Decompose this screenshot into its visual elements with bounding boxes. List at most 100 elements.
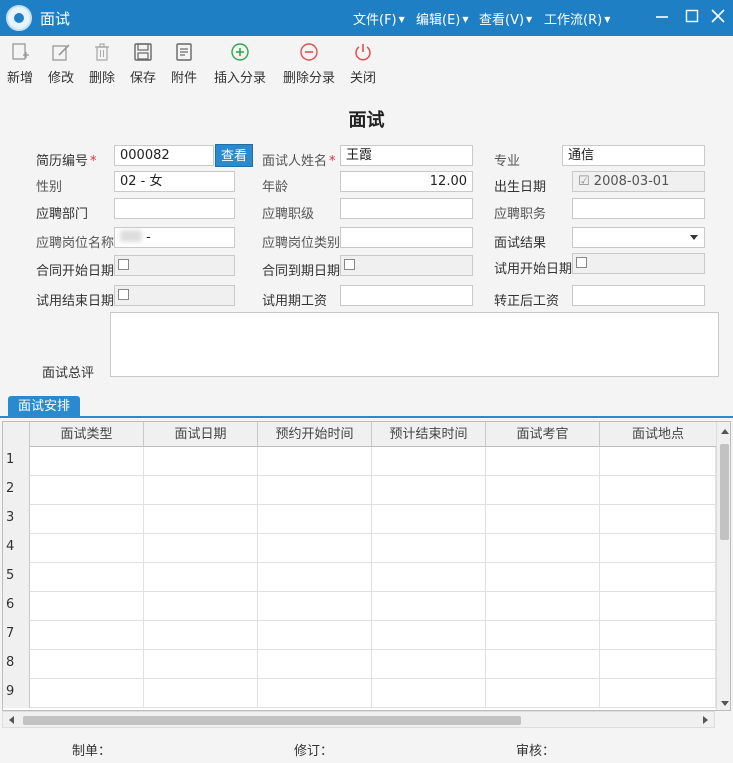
grid-cell[interactable] [30,650,144,679]
grid-cell[interactable] [600,679,716,708]
grid-cell[interactable] [30,592,144,621]
scroll-right-icon[interactable] [703,716,708,724]
grid-cell[interactable] [144,621,258,650]
grid-cell[interactable] [30,534,144,563]
horizontal-scroll-thumb[interactable] [23,716,521,725]
minimize-icon[interactable] [650,6,674,30]
horizontal-scrollbar[interactable] [2,711,715,728]
grid-cell[interactable] [144,592,258,621]
grid-cell[interactable] [372,505,486,534]
gender-input[interactable]: 02 - 女 [114,171,235,192]
new-button[interactable]: 新增 [6,42,34,86]
grid-cell[interactable] [258,447,372,476]
resume-no-input[interactable]: 000082 [114,145,214,166]
col-location[interactable]: 面试地点 [600,422,716,447]
grid-cell[interactable] [486,447,600,476]
grid-cell[interactable] [486,563,600,592]
grid-cell[interactable] [600,621,716,650]
grid-cell[interactable] [30,505,144,534]
grid-cell[interactable] [372,679,486,708]
position-input[interactable]: - [114,227,235,248]
grid-cell[interactable] [372,534,486,563]
duty-input[interactable] [572,198,705,219]
grid-cell[interactable] [372,476,486,505]
attachment-button[interactable]: 附件 [170,42,198,86]
grid-cell[interactable] [258,534,372,563]
grid-cell[interactable] [600,592,716,621]
close-window-icon[interactable] [706,6,730,30]
table-row[interactable]: 4 [3,534,716,563]
table-row[interactable]: 6 [3,592,716,621]
grid-cell[interactable] [258,476,372,505]
contract-end-input[interactable] [340,255,473,276]
grid-cell[interactable] [144,563,258,592]
position-type-input[interactable] [340,227,473,248]
probation-end-checkbox[interactable] [118,289,129,300]
table-row[interactable]: 9 [3,679,716,708]
birth-date-input[interactable]: ☑ 2008-03-01 [572,171,705,192]
grid-cell[interactable] [30,447,144,476]
grid-cell[interactable] [258,621,372,650]
contract-start-input[interactable] [114,255,235,276]
save-button[interactable]: 保存 [129,42,157,86]
interviewee-input[interactable]: 王霞 [340,145,473,166]
grid-cell[interactable] [372,563,486,592]
probation-salary-input[interactable] [340,285,473,306]
edit-button[interactable]: 修改 [47,42,75,86]
grid-cell[interactable] [30,476,144,505]
vertical-scrollbar[interactable] [716,422,730,710]
grid-cell[interactable] [600,447,716,476]
grid-cell[interactable] [144,679,258,708]
grid-cell[interactable] [258,592,372,621]
delete-entry-button[interactable]: 删除分录 [281,42,337,86]
vertical-scroll-thumb[interactable] [720,444,729,540]
grid-cell[interactable] [372,650,486,679]
regular-salary-input[interactable] [572,285,705,306]
grid-cell[interactable] [258,679,372,708]
col-interviewer[interactable]: 面试考官 [486,422,600,447]
grid-cell[interactable] [258,505,372,534]
rank-input[interactable] [340,198,473,219]
table-row[interactable]: 1 [3,447,716,476]
col-interview-type[interactable]: 面试类型 [30,422,144,447]
grid-cell[interactable] [600,476,716,505]
scroll-left-icon[interactable] [9,716,14,724]
grid-cell[interactable] [30,563,144,592]
maximize-icon[interactable] [680,6,704,30]
grid-cell[interactable] [486,476,600,505]
menu-file[interactable]: 文件(F) ▼ [353,9,405,28]
table-row[interactable]: 7 [3,621,716,650]
contract-end-checkbox[interactable] [344,259,355,270]
major-input[interactable]: 通信 [562,145,705,166]
table-row[interactable]: 8 [3,650,716,679]
insert-entry-button[interactable]: 插入分录 [212,42,268,86]
grid-cell[interactable] [600,534,716,563]
grid-cell[interactable] [600,650,716,679]
grid-cell[interactable] [30,679,144,708]
grid-cell[interactable] [486,679,600,708]
probation-end-input[interactable] [114,285,235,306]
grid-cell[interactable] [30,621,144,650]
grid-cell[interactable] [600,505,716,534]
result-select[interactable] [572,227,705,248]
col-start-time[interactable]: 预约开始时间 [258,422,372,447]
grid-cell[interactable] [144,476,258,505]
menu-view[interactable]: 查看(V) ▼ [479,9,532,28]
close-button[interactable]: 关闭 [348,42,378,86]
grid-cell[interactable] [486,505,600,534]
grid-cell[interactable] [144,650,258,679]
probation-start-checkbox[interactable] [576,257,587,268]
summary-textarea[interactable] [110,312,719,377]
grid-cell[interactable] [258,650,372,679]
menu-edit[interactable]: 编辑(E) ▼ [416,9,469,28]
scroll-down-icon[interactable] [721,701,729,706]
table-row[interactable]: 3 [3,505,716,534]
tab-interview-schedule[interactable]: 面试安排 [8,396,80,417]
probation-start-input[interactable] [572,253,705,274]
grid-cell[interactable] [486,650,600,679]
grid-cell[interactable] [372,447,486,476]
table-row[interactable]: 2 [3,476,716,505]
grid-cell[interactable] [258,563,372,592]
grid-cell[interactable] [372,592,486,621]
scroll-up-icon[interactable] [721,429,729,434]
